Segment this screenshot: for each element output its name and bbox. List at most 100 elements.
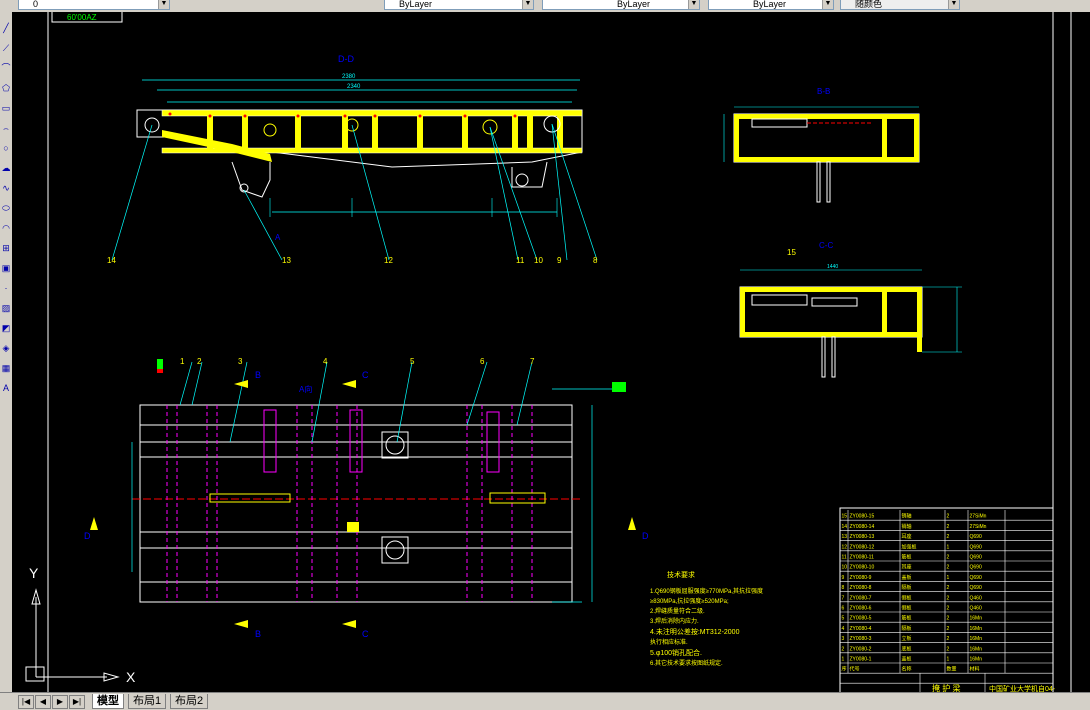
ellipse-icon[interactable]: ⬭ bbox=[0, 202, 12, 214]
bom-cell-qty: 2 bbox=[947, 585, 950, 591]
callout-8: 8 bbox=[593, 256, 598, 265]
bom-cell-no: 14 bbox=[842, 524, 848, 530]
bom-cell-no: 8 bbox=[842, 585, 845, 591]
revcloud-icon[interactable]: ☁ bbox=[0, 162, 12, 174]
callout-7: 7 bbox=[530, 357, 535, 366]
bom-cell-qty: 1 bbox=[947, 544, 950, 550]
tab-model[interactable]: 模型 bbox=[92, 694, 124, 709]
bom-cell-qty: 1 bbox=[947, 657, 950, 663]
bom-cell-name: 隔板 bbox=[902, 584, 912, 591]
bom-cell-no: 10 bbox=[842, 565, 848, 571]
tech-note-line: 1.Q690钢板屈服强度≥770MPa,其抗拉强度 bbox=[650, 587, 763, 595]
bom-cell-code: ZY0080-7 bbox=[850, 595, 872, 601]
section-dd-title: D-D bbox=[338, 54, 354, 64]
table-icon[interactable]: ▦ bbox=[0, 362, 12, 374]
bom-cell-code: ZY0080-12 bbox=[850, 544, 875, 550]
bom-cell-code: ZY0080-6 bbox=[850, 606, 872, 612]
construction-line-icon[interactable]: ⟋ bbox=[0, 42, 12, 54]
bom-cell-mat: Q690 bbox=[970, 544, 982, 550]
point-icon[interactable]: · bbox=[0, 282, 12, 294]
bom-cell-mat: Q690 bbox=[970, 575, 982, 581]
callout-2: 2 bbox=[197, 357, 202, 366]
section-marker-c-top: C bbox=[362, 370, 369, 380]
bom-cell-mat: Q460 bbox=[970, 606, 982, 612]
bom-cell-code: ZY0080-3 bbox=[850, 636, 872, 642]
region-icon[interactable]: ◈ bbox=[0, 342, 12, 354]
bom-cell-mat: Q460 bbox=[970, 595, 982, 601]
section-marker-c-bottom: C bbox=[362, 629, 369, 639]
polyline-icon[interactable]: ⌒ bbox=[0, 62, 12, 74]
callout-9: 9 bbox=[557, 256, 562, 265]
callout-3: 3 bbox=[238, 357, 243, 366]
bom-cell-code: ZY0080-13 bbox=[850, 534, 875, 540]
bom-cell-code: ZY0080-2 bbox=[850, 646, 872, 652]
line-tool-icon[interactable]: ╱ bbox=[0, 22, 12, 34]
bom-cell-no: 9 bbox=[842, 575, 845, 581]
polygon-icon[interactable]: ⬠ bbox=[0, 82, 12, 94]
chevron-down-icon[interactable]: ▼ bbox=[158, 0, 169, 9]
callout-5: 5 bbox=[410, 357, 415, 366]
tab-layout1[interactable]: 布局1 bbox=[128, 694, 167, 709]
callout-1: 1 bbox=[180, 357, 185, 366]
bom-cell-qty: 2 bbox=[947, 626, 950, 632]
bom-cell-code: ZY0080-1 bbox=[850, 657, 872, 663]
bom-cell-mat: 16Mn bbox=[970, 657, 983, 663]
gradient-icon[interactable]: ◩ bbox=[0, 322, 12, 334]
section-marker-d-right: D bbox=[642, 531, 649, 541]
last-tab-button[interactable]: ▶| bbox=[69, 695, 85, 709]
layer-value: 0 bbox=[33, 0, 39, 9]
drawing-canvas[interactable]: 60'00AZ D-D 2380 2340 14 13 12 11 10 9 8… bbox=[12, 12, 1090, 692]
circle-icon[interactable]: ○ bbox=[0, 142, 12, 154]
section-bb-title: B-B bbox=[817, 87, 830, 96]
bom-cell-mat: Q690 bbox=[970, 585, 982, 591]
lineweight-value: ByLayer bbox=[753, 0, 787, 9]
tech-note-line: 2.焊缝质量符合二级. bbox=[650, 607, 705, 615]
spline-icon[interactable]: ∿ bbox=[0, 182, 12, 194]
linetype-dropdown[interactable]: ByLayer ▼ bbox=[542, 0, 700, 10]
bom-cell-mat: 27SiMn bbox=[970, 514, 987, 520]
ucs-icon: Y X bbox=[25, 565, 136, 685]
prev-tab-button[interactable]: ◀ bbox=[35, 695, 51, 709]
bom-cell-no: 3 bbox=[842, 636, 845, 642]
bom-cell-code: ZY0080-15 bbox=[850, 514, 875, 520]
hatch-icon[interactable]: ▨ bbox=[0, 302, 12, 314]
layer-tool-icons[interactable] bbox=[320, 0, 372, 10]
rectangle-icon[interactable]: ▭ bbox=[0, 102, 12, 114]
chevron-down-icon[interactable]: ▼ bbox=[822, 0, 833, 9]
axis-x-label: X bbox=[126, 669, 136, 685]
bom-cell-qty: 2 bbox=[947, 636, 950, 642]
bom-cell-name: 隔板 bbox=[902, 625, 912, 632]
make-block-icon[interactable]: ▣ bbox=[0, 262, 12, 274]
bom-cell-name: 筋板 bbox=[902, 554, 912, 561]
plotstyle-dropdown[interactable]: 随颜色 ▼ bbox=[840, 0, 960, 10]
next-tab-button[interactable]: ▶ bbox=[52, 695, 68, 709]
linetype-value: ByLayer bbox=[617, 0, 651, 9]
bom-cell-name: 盖板 bbox=[902, 656, 912, 663]
insert-block-icon[interactable]: ⊞ bbox=[0, 242, 12, 254]
chevron-down-icon[interactable]: ▼ bbox=[688, 0, 699, 9]
tab-layout2[interactable]: 布局2 bbox=[170, 694, 209, 709]
section-cc-title: C-C bbox=[819, 241, 833, 250]
bom-cell-no: 2 bbox=[842, 646, 845, 652]
bom-cell-name: 耳座 bbox=[902, 564, 912, 571]
bom-header-mat: 材料 bbox=[970, 666, 980, 673]
mtext-icon[interactable]: A bbox=[0, 382, 12, 394]
bom-cell-qty: 2 bbox=[947, 595, 950, 601]
first-tab-button[interactable]: |◀ bbox=[18, 695, 34, 709]
view-arrow-a: A bbox=[275, 233, 281, 242]
arc-icon[interactable]: ⌢ bbox=[0, 122, 12, 134]
layer-dropdown[interactable]: 0 ▼ bbox=[18, 0, 170, 10]
bom-cell-code: ZY0080-8 bbox=[850, 585, 872, 591]
bom-cell-qty: 2 bbox=[947, 555, 950, 561]
bom-cell-qty: 2 bbox=[947, 565, 950, 571]
color-dropdown[interactable]: ByLayer ▼ bbox=[384, 0, 534, 10]
chevron-down-icon[interactable]: ▼ bbox=[522, 0, 533, 9]
ellipse-arc-icon[interactable]: ◠ bbox=[0, 222, 12, 234]
chevron-down-icon[interactable]: ▼ bbox=[948, 0, 959, 9]
bom-cell-no: 5 bbox=[842, 616, 845, 622]
lineweight-dropdown[interactable]: ByLayer ▼ bbox=[708, 0, 834, 10]
tech-note-line: 执行相应标准. bbox=[650, 638, 688, 646]
tech-note-line: 6.其它技术要求按图纸规定. bbox=[650, 659, 723, 667]
axis-y-label: Y bbox=[29, 565, 39, 581]
title-block-name: 掩 护 梁 bbox=[932, 683, 960, 692]
